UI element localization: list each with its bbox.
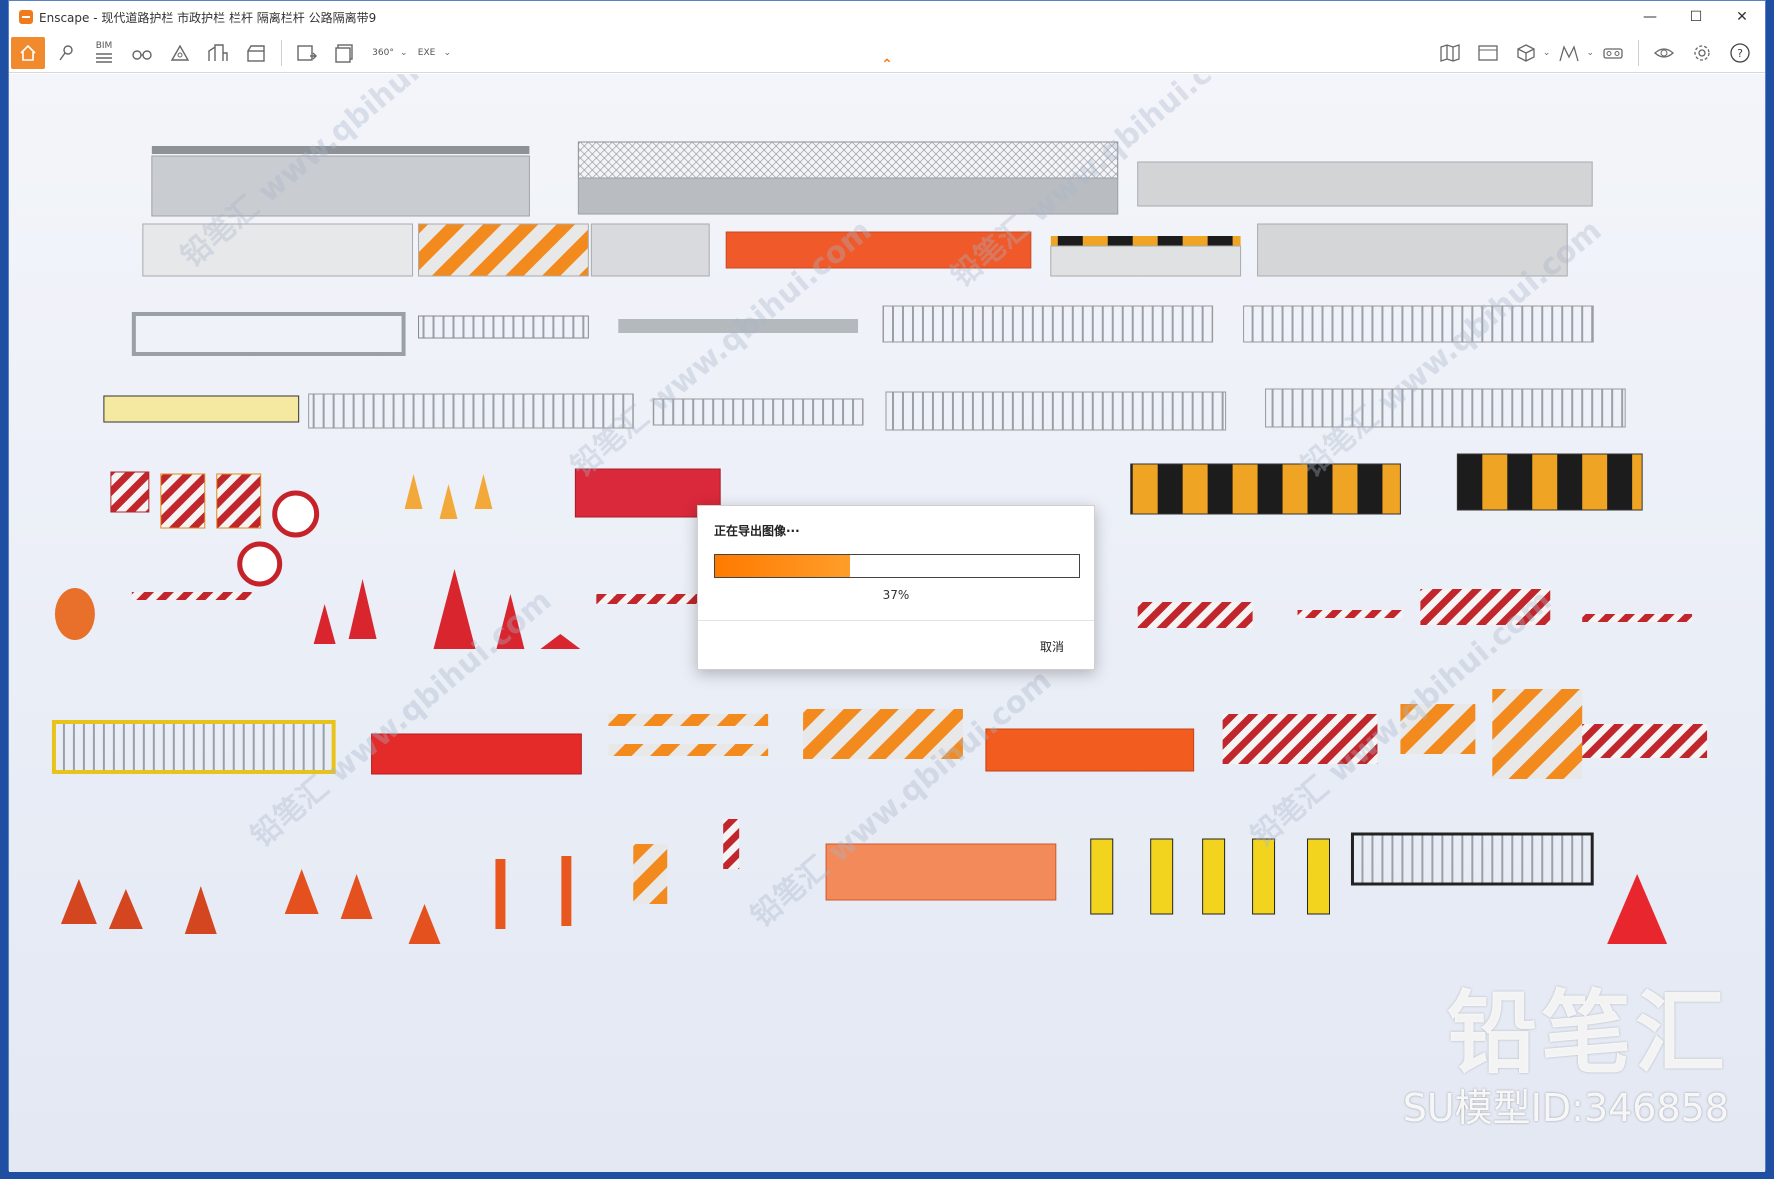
title-bar[interactable]: Enscape - 现代道路护栏 市政护栏 栏杆 隔离栏杆 公路隔离带9 — ☐… xyxy=(9,1,1765,33)
list-icon xyxy=(96,52,112,63)
views-button[interactable] xyxy=(1471,37,1505,69)
screenshot-button[interactable] xyxy=(290,37,324,69)
home-icon xyxy=(20,44,36,61)
row-pedestrian-fences xyxy=(103,388,1626,431)
eye-icon xyxy=(1654,48,1674,58)
progress-fill xyxy=(715,555,850,577)
views-icon xyxy=(1478,45,1498,61)
help-button[interactable]: ? xyxy=(1723,37,1757,69)
row-crowd-control-barriers xyxy=(51,689,1708,779)
dialog-title: 正在导出图像··· xyxy=(714,524,800,538)
toolbar-separator xyxy=(1638,40,1639,66)
batch-export-icon xyxy=(335,43,353,63)
asset-library-button[interactable] xyxy=(201,37,235,69)
enscape-logo-icon xyxy=(19,10,33,24)
dialog-divider xyxy=(698,620,1094,621)
bim-button[interactable]: BIM xyxy=(87,37,121,69)
home-button[interactable] xyxy=(11,36,45,69)
row-jersey-barriers xyxy=(142,223,1568,277)
image-export-icon xyxy=(297,44,317,61)
cube-button[interactable] xyxy=(1509,37,1543,69)
export-progress-bar xyxy=(714,554,1080,578)
help-icon: ? xyxy=(1730,43,1750,63)
panorama-button[interactable]: 360° xyxy=(366,37,400,69)
settings-button[interactable] xyxy=(1685,37,1719,69)
visibility-button[interactable] xyxy=(1647,37,1681,69)
collaboration-dropdown-chevron-icon[interactable]: ⌄ xyxy=(1586,48,1594,58)
exe-export-button[interactable]: EXE xyxy=(410,37,444,69)
buildings-icon xyxy=(208,43,228,61)
cube-dropdown-chevron-icon[interactable]: ⌄ xyxy=(1543,48,1551,58)
maximize-button[interactable]: ☐ xyxy=(1673,1,1719,33)
panorama-dropdown-chevron-icon[interactable]: ⌄ xyxy=(400,48,408,58)
map-button[interactable] xyxy=(1433,37,1467,69)
exe-label: EXE xyxy=(417,47,436,58)
close-button[interactable]: ✕ xyxy=(1719,1,1765,33)
collaboration-icon xyxy=(1559,45,1580,62)
panorama-label: 360° xyxy=(372,47,394,58)
svg-text:?: ? xyxy=(1737,47,1743,60)
clapperboard-icon xyxy=(247,44,265,62)
vr-headset-button[interactable] xyxy=(1596,37,1630,69)
exe-dropdown-chevron-icon[interactable]: ⌄ xyxy=(444,48,452,58)
vr-headset-icon xyxy=(1603,48,1623,59)
batch-render-button[interactable] xyxy=(328,37,362,69)
mountain-icon xyxy=(170,44,190,61)
row-cones-and-bollards xyxy=(60,819,1668,944)
cube-icon xyxy=(1517,44,1535,62)
pin-icon xyxy=(59,44,73,60)
gear-icon xyxy=(1694,45,1710,61)
brand-watermark: 铅笔汇 xyxy=(1447,981,1729,1086)
enscape-window: Enscape - 现代道路护栏 市政护栏 栏杆 隔离栏杆 公路隔离带9 — ☐… xyxy=(8,0,1766,1172)
bim-label: BIM xyxy=(95,40,113,51)
binoculars-button[interactable] xyxy=(125,37,159,69)
atmosphere-button[interactable] xyxy=(163,37,197,69)
minimize-button[interactable]: — xyxy=(1627,1,1673,33)
video-editor-button[interactable] xyxy=(239,37,273,69)
cancel-button[interactable]: 取消 xyxy=(1040,638,1064,655)
toolbar-collapse-chevron-up-icon[interactable]: ⌃ xyxy=(881,57,893,73)
export-progress-dialog: 正在导出图像··· 37% 取消 xyxy=(697,505,1095,670)
window-controls: — ☐ ✕ xyxy=(1627,1,1765,33)
row-metal-railings xyxy=(131,305,1594,356)
toolbar-separator xyxy=(281,39,282,66)
collaboration-button[interactable] xyxy=(1552,37,1586,69)
toolbar-right-group: ⌄ ⌄ ? xyxy=(1431,37,1759,69)
progress-percent: 37% xyxy=(882,588,910,602)
map-icon xyxy=(1440,44,1460,62)
binoculars-icon xyxy=(132,49,152,60)
window-title: Enscape - 现代道路护栏 市政护栏 栏杆 隔离栏杆 公路隔离带9 xyxy=(39,10,377,25)
model-id-label: SU模型ID:346858 xyxy=(1402,1086,1729,1130)
row-concrete-guardrails xyxy=(151,141,1593,217)
location-pin-button[interactable] xyxy=(49,37,83,69)
